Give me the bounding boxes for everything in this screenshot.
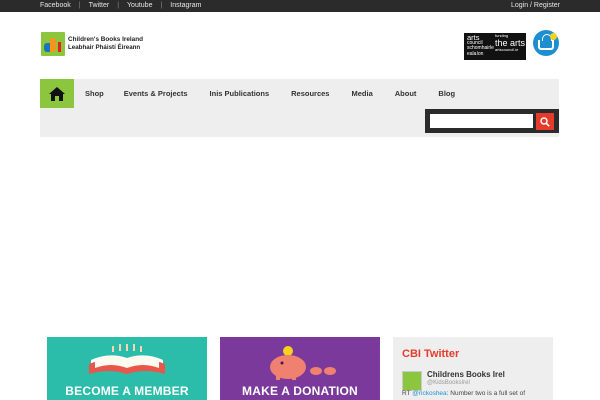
make-donation-label: MAKE A DONATION [242, 384, 358, 398]
book-icon [89, 344, 165, 374]
logo-text: Children's Books Ireland Leabhair Pháist… [68, 36, 143, 52]
youtube-link[interactable]: Youtube [127, 0, 152, 12]
nav-shop[interactable]: Shop [85, 89, 104, 98]
login-register-link[interactable]: Login / Register [511, 0, 560, 12]
twitter-account-name[interactable]: Childrens Books Irel [427, 370, 505, 379]
make-donation-card[interactable]: MAKE A DONATION [220, 337, 380, 400]
home-button[interactable] [40, 79, 74, 108]
tweet-prefix: RT [402, 390, 411, 397]
top-bar: Facebook | Twitter | Youtube | Instagram… [0, 0, 600, 12]
ealaion-word: ealaíon [467, 50, 484, 57]
search-box [425, 109, 559, 133]
twitter-widget: CBI Twitter Childrens Books Irel @KidsBo… [393, 337, 553, 400]
search-button[interactable] [536, 113, 554, 130]
site-logo[interactable]: Children's Books Ireland Leabhair Pháist… [41, 30, 151, 58]
nav-events-projects[interactable]: Events & Projects [124, 89, 188, 98]
separator: | [78, 2, 81, 9]
piggy-bank-icon [270, 346, 336, 380]
logo-line-1: Children's Books Ireland [68, 36, 144, 43]
become-member-label: BECOME A MEMBER [65, 384, 189, 398]
tweet-mention-link[interactable]: @rickoshea [412, 390, 446, 397]
twitter-handle[interactable]: @KidsBooksIrel [427, 380, 470, 386]
tweet-body: : Number two is a full set of [446, 390, 526, 397]
instagram-link[interactable]: Instagram [170, 0, 201, 12]
logo-line-2: Leabhair Pháistí Éireann [68, 44, 141, 51]
twitter-link[interactable]: Twitter [89, 0, 110, 12]
separator: | [117, 2, 120, 9]
social-links: Facebook | Twitter | Youtube | Instagram [40, 0, 201, 12]
become-member-card[interactable]: BECOME A MEMBER [47, 337, 207, 400]
nav-about[interactable]: About [395, 89, 417, 98]
twitter-avatar[interactable] [402, 371, 422, 391]
arts-url: artscouncil.ie [495, 46, 519, 52]
facebook-link[interactable]: Facebook [40, 0, 71, 12]
arts-council-logo[interactable]: arts council schomhairle ealaíon funding… [464, 33, 526, 60]
separator: | [160, 2, 163, 9]
tweet-text: RT @rickoshea: Number two is a full set … [402, 390, 550, 398]
nav-media[interactable]: Media [351, 89, 372, 98]
cbi-logo-mark [41, 32, 65, 56]
nav-blog[interactable]: Blog [438, 89, 455, 98]
twitter-title: CBI Twitter [402, 348, 460, 360]
search-input[interactable] [430, 114, 533, 128]
home-icon [49, 86, 65, 101]
search-icon [540, 116, 550, 127]
nav-resources[interactable]: Resources [291, 89, 329, 98]
nav-inis-publications[interactable]: Inis Publications [210, 89, 270, 98]
main-navigation: Shop Events & Projects Inis Publications… [40, 79, 559, 137]
basket-badge [550, 33, 557, 40]
